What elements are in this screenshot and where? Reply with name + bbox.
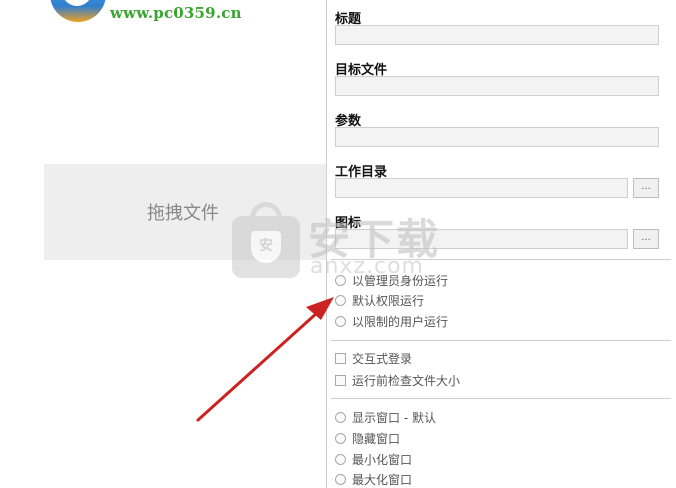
radio-circle-icon [335, 274, 346, 286]
arguments-input[interactable] [335, 127, 659, 147]
radio-label: 默认权限运行 [352, 293, 425, 308]
icon-input[interactable] [335, 229, 628, 249]
radio-circle-icon [335, 315, 346, 327]
divider [331, 340, 671, 341]
checkbox-check-file-size[interactable]: 运行前检查文件大小 [335, 371, 460, 389]
radio-run-as-admin[interactable]: 以管理员身份运行 [335, 271, 448, 289]
logo-icon [50, 0, 106, 22]
site-url: www.pc0359.cn [110, 4, 242, 22]
checkbox-label: 运行前检查文件大小 [352, 373, 461, 388]
checkbox-interactive-logon[interactable]: 交互式登录 [335, 349, 412, 367]
drop-zone-label: 拖拽文件 [147, 203, 219, 224]
radio-circle-icon [335, 432, 346, 444]
working-dir-input[interactable] [335, 178, 628, 198]
working-dir-browse-button[interactable]: ... [633, 178, 659, 198]
radio-label: 以限制的用户运行 [352, 314, 449, 329]
drop-zone[interactable]: 拖拽文件 [44, 164, 328, 260]
radio-show-window-default[interactable]: 显示窗口 - 默认 [335, 408, 436, 426]
radio-circle-icon [335, 294, 346, 306]
radio-restricted-user[interactable]: 以限制的用户运行 [335, 312, 448, 330]
radio-maximize-window[interactable]: 最大化窗口 [335, 470, 412, 488]
properties-panel: 标题 目标文件 参数 工作目录 ... 图标 ... 以管理员身份运行 默认权限… [326, 0, 676, 488]
radio-label: 以管理员身份运行 [352, 273, 449, 288]
radio-circle-icon [335, 473, 346, 485]
radio-label: 最大化窗口 [352, 472, 413, 487]
checkbox-icon [335, 374, 346, 386]
radio-minimize-window[interactable]: 最小化窗口 [335, 450, 412, 468]
radio-default-permission[interactable]: 默认权限运行 [335, 291, 424, 309]
divider [331, 398, 671, 399]
radio-circle-icon [335, 453, 346, 465]
checkbox-label: 交互式登录 [352, 351, 413, 366]
site-logo: www.pc0359.cn [40, 0, 300, 28]
radio-label: 隐藏窗口 [352, 431, 401, 446]
radio-label: 最小化窗口 [352, 452, 413, 467]
radio-circle-icon [335, 411, 346, 423]
divider [331, 259, 671, 260]
title-input[interactable] [335, 25, 659, 45]
icon-browse-button[interactable]: ... [633, 229, 659, 249]
target-file-input[interactable] [335, 76, 659, 96]
radio-label: 显示窗口 - 默认 [352, 410, 436, 425]
radio-hide-window[interactable]: 隐藏窗口 [335, 429, 400, 447]
checkbox-icon [335, 352, 346, 364]
